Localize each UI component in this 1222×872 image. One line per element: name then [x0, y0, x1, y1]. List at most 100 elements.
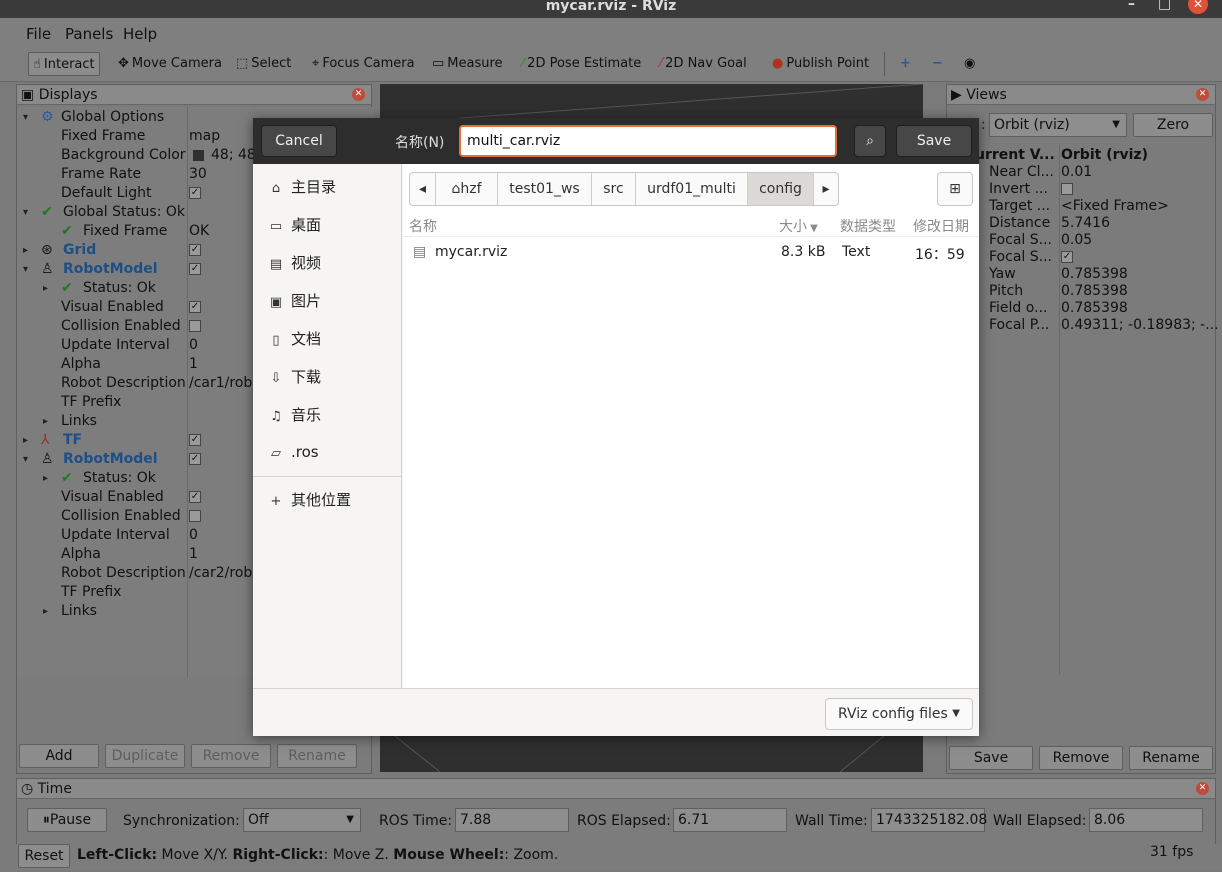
focus-icon: ⌖ — [312, 56, 320, 71]
maximize-icon[interactable]: □ — [1158, 0, 1171, 11]
place-pictures[interactable]: ▣ 图片 — [267, 290, 321, 312]
dialog-header: Cancel 名称(N) ⌕ Save — [253, 118, 979, 164]
expand-arrow-icon[interactable]: ▾ — [23, 260, 28, 279]
sort-arrow-icon: ▼ — [807, 223, 818, 234]
col-size[interactable]: 大小 ▼ — [779, 216, 818, 236]
checkbox[interactable]: ✓ — [189, 263, 201, 275]
search-icon[interactable]: ⌕ — [854, 125, 886, 157]
displays-header: ▣ Displays ✕ — [17, 85, 371, 105]
checkbox[interactable]: ✓ — [189, 301, 201, 313]
close-icon[interactable]: ✕ — [1196, 88, 1209, 101]
menu-file[interactable]: File — [26, 25, 51, 43]
filename-input[interactable] — [459, 125, 837, 157]
place-other-locations[interactable]: + 其他位置 — [267, 489, 351, 511]
minimize-icon[interactable]: – — [1128, 0, 1135, 11]
add-button[interactable]: Add — [19, 744, 99, 768]
close-icon[interactable]: ✕ — [352, 88, 365, 101]
robot-icon: ♙ — [41, 451, 54, 467]
dialog-footer: RViz config files ▼ — [253, 688, 979, 736]
checkbox[interactable] — [1061, 183, 1073, 195]
file-browser: ◂ ⌂hzf test01_ws src urdf01_multi config… — [403, 164, 979, 688]
header-divider — [403, 236, 979, 237]
pause-button[interactable]: ⏸Pause — [27, 808, 107, 832]
remove-button[interactable]: Remove — [191, 744, 271, 768]
close-icon[interactable]: ✕ — [1196, 782, 1209, 795]
cancel-button[interactable]: Cancel — [261, 125, 337, 157]
robot-icon: ♙ — [41, 261, 54, 277]
place-ros[interactable]: ▱ .ros — [267, 441, 319, 463]
expand-arrow-icon[interactable]: ▾ — [23, 108, 28, 127]
path-forward-icon[interactable]: ▸ — [814, 173, 838, 205]
views-save-button[interactable]: Save — [949, 746, 1033, 770]
file-filter-select[interactable]: RViz config files ▼ — [825, 698, 973, 730]
select-icon: ⬚ — [236, 56, 249, 71]
add-tool-icon[interactable]: + — [896, 52, 915, 76]
sync-select[interactable]: Off ▼ — [243, 808, 361, 832]
tool-select[interactable]: ⬚ Select — [232, 52, 295, 76]
wall-time-field[interactable]: 1743325182.08 — [871, 808, 987, 832]
col-modified[interactable]: 修改日期 — [913, 216, 969, 236]
place-music[interactable]: ♫ 音乐 — [267, 404, 321, 426]
place-videos[interactable]: ▤ 视频 — [267, 252, 321, 274]
collapse-arrow-icon[interactable]: ▸ — [43, 602, 48, 621]
place-desktop[interactable]: ▭ 桌面 — [267, 214, 321, 236]
view-type-select[interactable]: Orbit (rviz) ▼ — [989, 113, 1127, 137]
collapse-arrow-icon[interactable]: ▸ — [23, 431, 28, 450]
place-downloads[interactable]: ⇩ 下载 — [267, 366, 321, 388]
wall-elapsed-field[interactable]: 8.06 — [1089, 808, 1203, 832]
views-rename-button[interactable]: Rename — [1129, 746, 1213, 770]
checkbox[interactable] — [189, 320, 201, 332]
wall-elapsed-label: Wall Elapsed: — [993, 813, 1087, 829]
crumb-hzf[interactable]: ⌂hzf — [436, 173, 498, 205]
view-type-prefix: : — [981, 117, 986, 133]
remove-tool-icon[interactable]: − — [928, 52, 947, 76]
folder-icon: ▱ — [271, 446, 281, 461]
crumb-config[interactable]: config — [748, 173, 814, 205]
tool-move-camera[interactable]: ✥ Move Camera — [114, 52, 226, 76]
place-documents[interactable]: ▯ 文档 — [267, 328, 321, 350]
reset-button[interactable]: Reset — [18, 844, 70, 868]
checkbox[interactable]: ✓ — [189, 453, 201, 465]
tool-2d-nav-goal[interactable]: ⁄ 2D Nav Goal — [656, 52, 751, 76]
tool-focus-camera[interactable]: ⌖ Focus Camera — [308, 52, 419, 76]
view-prop-row[interactable]: Focal P... 0.49311; -0.18983; -... — [947, 316, 1219, 335]
checkbox[interactable]: ✓ — [1061, 251, 1073, 263]
checkbox[interactable]: ✓ — [189, 491, 201, 503]
views-remove-button[interactable]: Remove — [1039, 746, 1123, 770]
checkbox[interactable]: ✓ — [189, 434, 201, 446]
checkbox[interactable] — [189, 510, 201, 522]
eye-icon[interactable]: ◉ — [960, 52, 979, 76]
collapse-arrow-icon[interactable]: ▸ — [23, 241, 28, 260]
close-window-icon[interactable]: ✕ — [1188, 0, 1208, 14]
expand-arrow-icon[interactable]: ▾ — [23, 203, 28, 222]
new-folder-icon[interactable]: ⊞ — [937, 172, 973, 206]
menu-bar: File Panels Help — [0, 18, 1222, 46]
tool-publish-point[interactable]: ● Publish Point — [768, 52, 873, 76]
menu-help[interactable]: Help — [123, 25, 157, 43]
tool-interact[interactable]: ☝ Interact — [28, 52, 100, 76]
crumb-urdf01-multi[interactable]: urdf01_multi — [636, 173, 748, 205]
zero-button[interactable]: Zero — [1133, 113, 1213, 137]
tool-measure[interactable]: ▭ Measure — [428, 52, 507, 76]
checkbox[interactable]: ✓ — [189, 187, 201, 199]
file-row[interactable]: ▤ mycar.rviz 8.3 kB Text 16：59 — [403, 238, 979, 266]
expand-arrow-icon[interactable]: ▾ — [23, 450, 28, 469]
duplicate-button[interactable]: Duplicate — [105, 744, 185, 768]
crumb-src[interactable]: src — [592, 173, 636, 205]
ros-elapsed-field[interactable]: 6.71 — [673, 808, 787, 832]
path-back-icon[interactable]: ◂ — [410, 173, 436, 205]
check-icon: ✔ — [61, 280, 73, 296]
collapse-arrow-icon[interactable]: ▸ — [43, 412, 48, 431]
place-home[interactable]: ⌂ 主目录 — [267, 176, 336, 198]
collapse-arrow-icon[interactable]: ▸ — [43, 279, 48, 298]
col-type[interactable]: 数据类型 — [840, 216, 896, 236]
save-button[interactable]: Save — [896, 125, 972, 157]
checkbox[interactable]: ✓ — [189, 244, 201, 256]
col-name[interactable]: 名称 — [409, 216, 437, 236]
collapse-arrow-icon[interactable]: ▸ — [43, 469, 48, 488]
ros-time-field[interactable]: 7.88 — [455, 808, 569, 832]
menu-panels[interactable]: Panels — [65, 25, 113, 43]
rename-button[interactable]: Rename — [277, 744, 357, 768]
tool-2d-pose-estimate[interactable]: ⁄ 2D Pose Estimate — [518, 52, 645, 76]
crumb-test01-ws[interactable]: test01_ws — [498, 173, 592, 205]
